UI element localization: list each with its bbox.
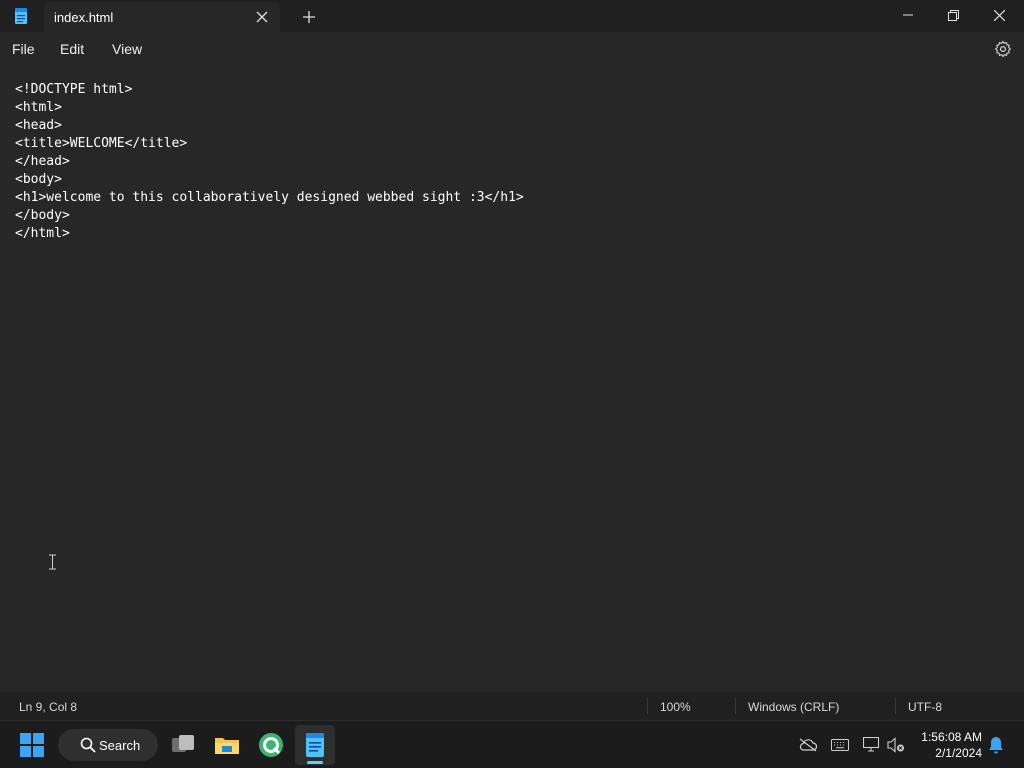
file-explorer-icon[interactable] [207, 725, 247, 765]
divider [895, 698, 896, 714]
active-app-indicator [307, 761, 323, 764]
menu-bar: File Edit View [0, 32, 1024, 66]
editor-line-7: <h1>welcome to this collaboratively desi… [15, 190, 524, 205]
task-view-icon[interactable] [163, 725, 203, 765]
text-cursor-icon [48, 554, 57, 570]
menu-file[interactable]: File [12, 41, 35, 57]
notepad-icon [14, 8, 28, 24]
clock[interactable]: 1:56:08 AM 2/1/2024 [921, 729, 982, 761]
editor-line-3: <head> [15, 118, 62, 133]
menu-view[interactable]: View [112, 41, 142, 57]
editor-line-1: <!DOCTYPE html> [15, 82, 133, 97]
menu-edit[interactable]: Edit [60, 41, 84, 57]
divider [735, 698, 736, 714]
title-bar: index.html [0, 0, 1024, 32]
tab-title: index.html [54, 10, 114, 25]
encoding[interactable]: UTF-8 [908, 700, 942, 714]
minimize-icon[interactable] [885, 0, 931, 30]
status-bar: Ln 9, Col 8 100% Windows (CRLF) UTF-8 [0, 692, 1024, 720]
notepad-taskbar-icon[interactable] [295, 725, 335, 765]
taskbar: Search 1:56:08 AM 2/1/2024 [0, 720, 1024, 768]
clock-time: 1:56:08 AM [921, 730, 982, 744]
editor-line-5: </head> [15, 154, 70, 169]
bell-icon[interactable] [986, 735, 1006, 755]
editor-line-8: </body> [15, 208, 70, 223]
cursor-position: Ln 9, Col 8 [19, 700, 78, 714]
q-app-icon[interactable] [251, 725, 291, 765]
network-icon[interactable] [862, 735, 882, 755]
text-editor[interactable]: <!DOCTYPE html> <html> <head> <title>WEL… [0, 66, 1024, 692]
clock-date: 2/1/2024 [935, 746, 982, 760]
editor-line-2: <html> [15, 100, 62, 115]
search-icon [80, 737, 96, 753]
close-tab-icon[interactable] [252, 7, 272, 27]
keyboard-icon[interactable] [830, 735, 850, 755]
tab-index-html[interactable]: index.html [44, 2, 280, 32]
restore-icon[interactable] [930, 0, 976, 30]
editor-line-9: </html> [15, 226, 70, 241]
search-box[interactable]: Search [58, 729, 158, 761]
editor-line-6: <body> [15, 172, 62, 187]
search-label: Search [99, 738, 141, 753]
onedrive-offline-icon[interactable] [798, 735, 818, 755]
divider [647, 698, 648, 714]
close-window-icon[interactable] [976, 0, 1022, 30]
line-ending[interactable]: Windows (CRLF) [748, 700, 839, 714]
gear-icon[interactable] [994, 40, 1012, 58]
start-icon[interactable] [12, 725, 52, 765]
editor-line-4: <title>WELCOME</title> [15, 136, 188, 151]
volume-muted-icon[interactable] [886, 735, 906, 755]
new-tab-plus-icon[interactable] [298, 6, 320, 28]
zoom-level[interactable]: 100% [660, 700, 691, 714]
